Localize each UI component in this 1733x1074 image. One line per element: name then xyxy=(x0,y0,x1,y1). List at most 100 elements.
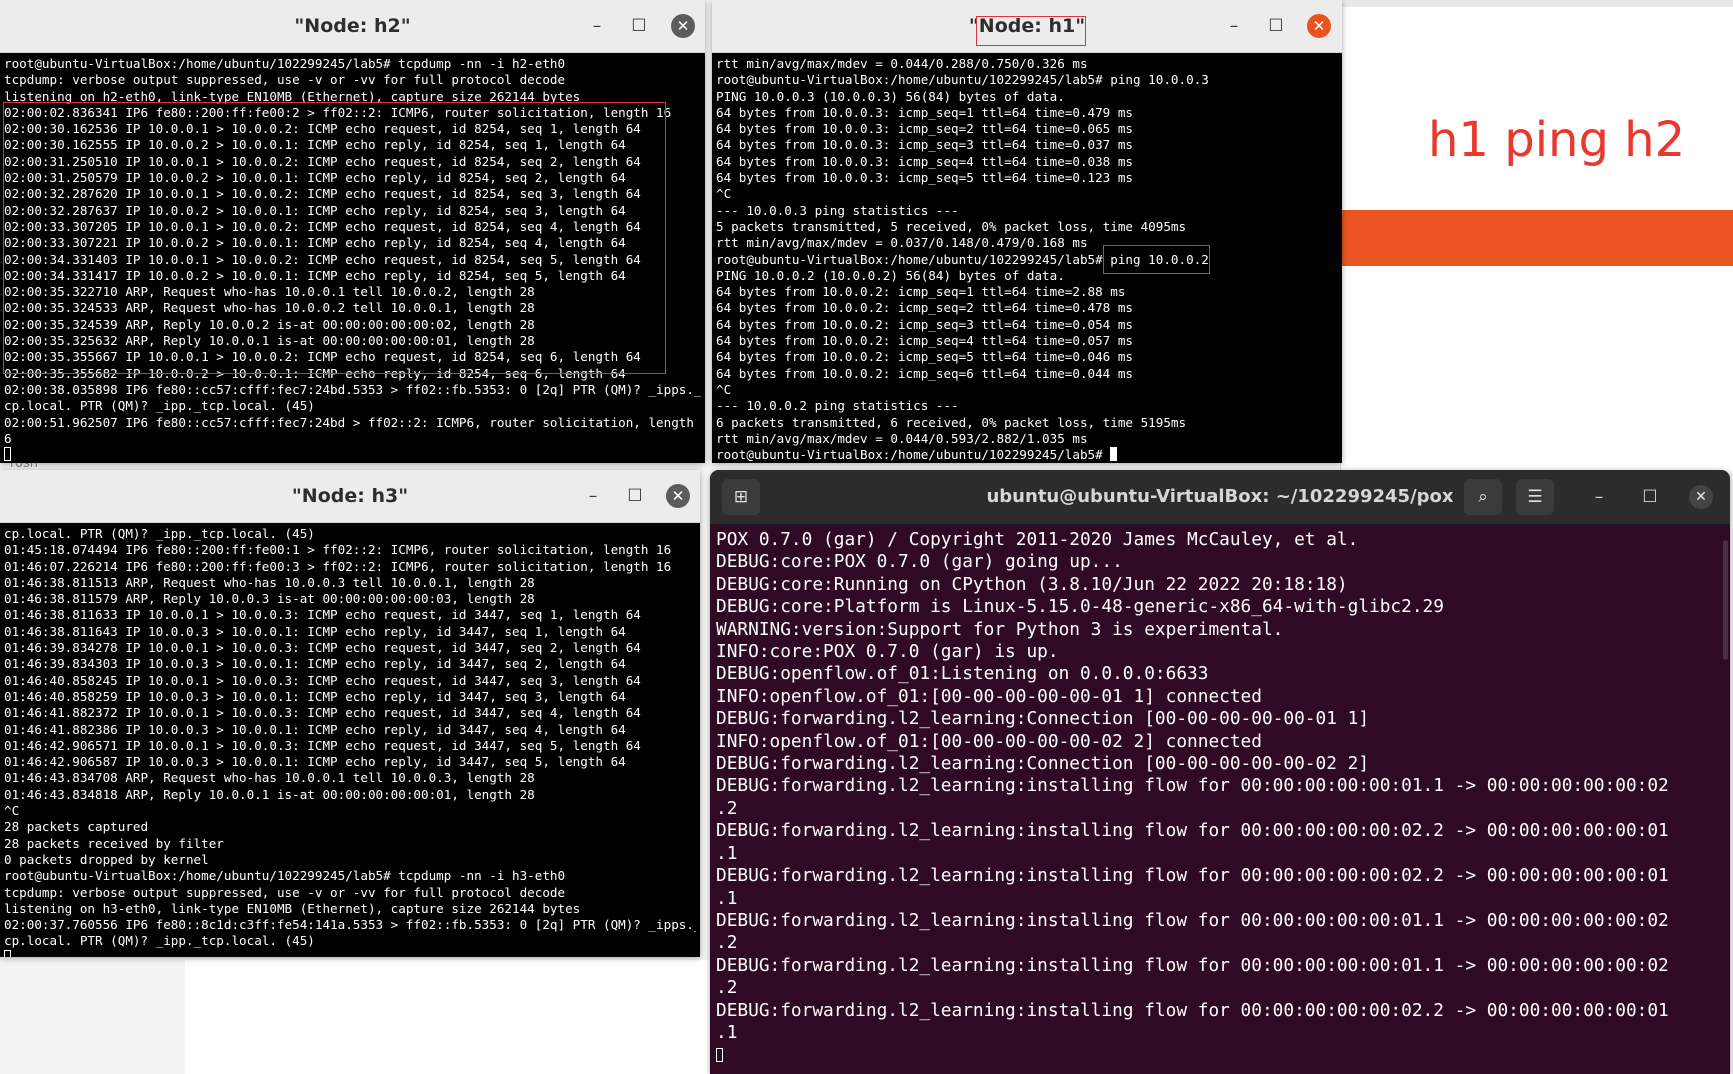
terminal-line: INFO:openflow.of_01:[00-00-00-00-00-01 1… xyxy=(716,685,1262,707)
background-top-strip xyxy=(1340,0,1733,7)
terminal-line: 01:46:38.811643 IP 10.0.0.3 > 10.0.0.1: … xyxy=(4,623,626,639)
terminal-line: .2 xyxy=(716,932,738,954)
titlebar-h3[interactable]: "Node: h3" – ☐ ✕ xyxy=(0,470,700,523)
terminal-line: 64 bytes from 10.0.0.2: icmp_seq=4 ttl=6… xyxy=(716,333,1134,349)
terminal-cursor xyxy=(4,447,11,462)
minimize-icon[interactable]: – xyxy=(585,14,609,38)
terminal-line: WARNING:version:Support for Python 3 is … xyxy=(716,618,1284,640)
terminal-line: --- 10.0.0.2 ping statistics --- xyxy=(716,398,959,414)
titlebar-h2[interactable]: "Node: h2" – ☐ ✕ xyxy=(0,0,705,53)
close-icon[interactable]: ✕ xyxy=(666,484,690,508)
terminal-window-h3[interactable]: "Node: h3" – ☐ ✕ cp.local. PTR (QM)? _ip… xyxy=(0,470,700,957)
terminal-line: listening on h3-eth0, link-type EN10MB (… xyxy=(4,900,581,916)
terminal-line: 01:46:07.226214 IP6 fe80::200:ff:fe00:3 … xyxy=(4,558,672,574)
terminal-line: 02:00:38.035898 IP6 fe80::cc57:cfff:fec7… xyxy=(4,381,701,397)
terminal-line: tcpdump: verbose output suppressed, use … xyxy=(4,72,566,88)
terminal-line: 0 packets dropped by kernel xyxy=(4,851,209,867)
maximize-icon[interactable]: ☐ xyxy=(623,484,647,508)
terminal-line: ^C xyxy=(716,186,732,202)
terminal-cursor xyxy=(4,949,11,957)
headerbar-pox[interactable]: ⊞ ubuntu@ubuntu-VirtualBox: ~/102299245/… xyxy=(710,470,1730,525)
terminal-output-h3[interactable]: cp.local. PTR (QM)? _ipp._tcp.local. (45… xyxy=(0,523,700,957)
terminal-line: DEBUG:openflow.of_01:Listening on 0.0.0.… xyxy=(716,663,1209,685)
terminal-line: 28 packets captured xyxy=(4,819,149,835)
search-icon[interactable]: ⌕ xyxy=(1464,479,1502,515)
terminal-line: 6 packets transmitted, 6 received, 0% pa… xyxy=(716,414,1187,430)
close-icon[interactable]: ✕ xyxy=(1689,485,1713,509)
terminal-line: 64 bytes from 10.0.0.3: icmp_seq=5 ttl=6… xyxy=(716,170,1134,186)
terminal-line: DEBUG:forwarding.l2_learning:installing … xyxy=(716,909,1669,931)
terminal-line: 01:46:38.811633 IP 10.0.0.1 > 10.0.0.3: … xyxy=(4,607,641,623)
terminal-line: 64 bytes from 10.0.0.3: icmp_seq=1 ttl=6… xyxy=(716,104,1134,120)
scrollbar-thumb[interactable] xyxy=(1723,540,1728,660)
terminal-line: .1 xyxy=(716,1021,738,1043)
terminal-output-h1[interactable]: rtt min/avg/max/mdev = 0.044/0.288/0.750… xyxy=(712,53,1342,463)
background-bottom-panel xyxy=(185,960,710,1074)
terminal-line: root@ubuntu-VirtualBox:/home/ubuntu/1022… xyxy=(716,72,1209,88)
terminal-line: ^C xyxy=(716,381,732,397)
terminal-line: DEBUG:forwarding.l2_learning:Connection … xyxy=(716,753,1370,775)
terminal-line: root@ubuntu-VirtualBox:/home/ubuntu/1022… xyxy=(4,868,566,884)
terminal-cursor-line xyxy=(716,1044,1724,1066)
menu-icon[interactable]: ☰ xyxy=(1516,479,1554,515)
terminal-line: .2 xyxy=(716,797,738,819)
close-icon[interactable]: ✕ xyxy=(1307,14,1331,38)
terminal-line: rtt min/avg/max/mdev = 0.044/0.593/2.882… xyxy=(716,430,1088,446)
maximize-icon[interactable]: ☐ xyxy=(627,14,651,38)
terminal-line: DEBUG:core:Running on CPython (3.8.10/Ju… xyxy=(716,573,1348,595)
terminal-line: 5 packets transmitted, 5 received, 0% pa… xyxy=(716,218,1187,234)
terminal-line: 01:46:39.834303 IP 10.0.0.3 > 10.0.0.1: … xyxy=(4,656,626,672)
terminal-line: INFO:openflow.of_01:[00-00-00-00-00-02 2… xyxy=(716,730,1262,752)
terminal-window-h2[interactable]: "Node: h2" – ☐ ✕ root@ubuntu-VirtualBox:… xyxy=(0,0,705,463)
close-icon[interactable]: ✕ xyxy=(671,14,695,38)
terminal-line: 6 xyxy=(4,430,12,446)
terminal-line: .2 xyxy=(716,977,738,999)
terminal-line: 01:45:18.074494 IP6 fe80::200:ff:fe00:1 … xyxy=(4,542,672,558)
terminal-cursor xyxy=(1110,447,1118,462)
terminal-line: 01:46:40.858245 IP 10.0.0.1 > 10.0.0.3: … xyxy=(4,672,641,688)
terminal-line: DEBUG:forwarding.l2_learning:installing … xyxy=(716,865,1669,887)
terminal-line: DEBUG:forwarding.l2_learning:installing … xyxy=(716,775,1669,797)
minimize-icon[interactable]: – xyxy=(1222,14,1246,38)
terminal-line: 64 bytes from 10.0.0.2: icmp_seq=6 ttl=6… xyxy=(716,365,1134,381)
terminal-line: 64 bytes from 10.0.0.2: icmp_seq=3 ttl=6… xyxy=(716,316,1134,332)
terminal-line: cp.local. PTR (QM)? _ipp._tcp.local. (45… xyxy=(4,398,315,414)
terminal-line: cp.local. PTR (QM)? _ipp._tcp.local. (45… xyxy=(4,526,315,541)
terminal-cursor-line xyxy=(4,949,696,957)
terminal-output-pox[interactable]: POX 0.7.0 (gar) / Copyright 2011-2020 Ja… xyxy=(710,525,1730,1074)
terminal-line: cp.local. PTR (QM)? _ipp._tcp.local. (45… xyxy=(4,933,315,949)
background-sidebar xyxy=(0,960,186,1074)
terminal-line: root@ubuntu-VirtualBox:/home/ubuntu/1022… xyxy=(4,56,566,71)
maximize-icon[interactable]: ☐ xyxy=(1638,485,1662,509)
terminal-line: DEBUG:core:Platform is Linux-5.15.0-48-g… xyxy=(716,596,1444,618)
terminal-cursor-line xyxy=(4,447,701,463)
terminal-window-pox[interactable]: ⊞ ubuntu@ubuntu-VirtualBox: ~/102299245/… xyxy=(710,470,1730,1074)
terminal-line: DEBUG:forwarding.l2_learning:installing … xyxy=(716,954,1669,976)
terminal-cursor xyxy=(716,1048,723,1063)
terminal-line: POX 0.7.0 (gar) / Copyright 2011-2020 Ja… xyxy=(716,529,1359,550)
window-title-pox: ubuntu@ubuntu-VirtualBox: ~/102299245/po… xyxy=(986,486,1454,507)
terminal-line: PING 10.0.0.3 (10.0.0.3) 56(84) bytes of… xyxy=(716,88,1065,104)
highlight-box-h1-title xyxy=(976,16,1086,46)
terminal-line: 01:46:41.882386 IP 10.0.0.3 > 10.0.0.1: … xyxy=(4,721,626,737)
terminal-line: 01:46:40.858259 IP 10.0.0.3 > 10.0.0.1: … xyxy=(4,688,626,704)
terminal-line: 64 bytes from 10.0.0.2: icmp_seq=2 ttl=6… xyxy=(716,300,1134,316)
terminal-line: .1 xyxy=(716,887,738,909)
maximize-icon[interactable]: ☐ xyxy=(1264,14,1288,38)
terminal-line: rtt min/avg/max/mdev = 0.037/0.148/0.479… xyxy=(716,235,1088,251)
background-orange-band xyxy=(1340,210,1733,266)
terminal-line: ^C xyxy=(4,803,20,819)
terminal-window-h1[interactable]: "Node: h1" – ☐ ✕ rtt min/avg/max/mdev = … xyxy=(712,0,1342,463)
minimize-icon[interactable]: – xyxy=(581,484,605,508)
highlight-box-h2-capture xyxy=(3,102,666,374)
terminal-line: .1 xyxy=(716,842,738,864)
terminal-line: DEBUG:core:POX 0.7.0 (gar) going up... xyxy=(716,551,1123,573)
terminal-line: PING 10.0.0.2 (10.0.0.2) 56(84) bytes of… xyxy=(716,267,1065,283)
terminal-line: INFO:core:POX 0.7.0 (gar) is up. xyxy=(716,641,1059,663)
terminal-line: 01:46:38.811579 ARP, Reply 10.0.0.3 is-a… xyxy=(4,591,535,607)
terminal-line: root@ubuntu-VirtualBox:/home/ubuntu/1022… xyxy=(716,251,1209,267)
terminal-line: 28 packets received by filter xyxy=(4,835,224,851)
minimize-icon[interactable]: – xyxy=(1587,485,1611,509)
terminal-line: --- 10.0.0.3 ping statistics --- xyxy=(716,202,959,218)
terminal-line: root@ubuntu-VirtualBox:/home/ubuntu/1022… xyxy=(716,447,1338,463)
